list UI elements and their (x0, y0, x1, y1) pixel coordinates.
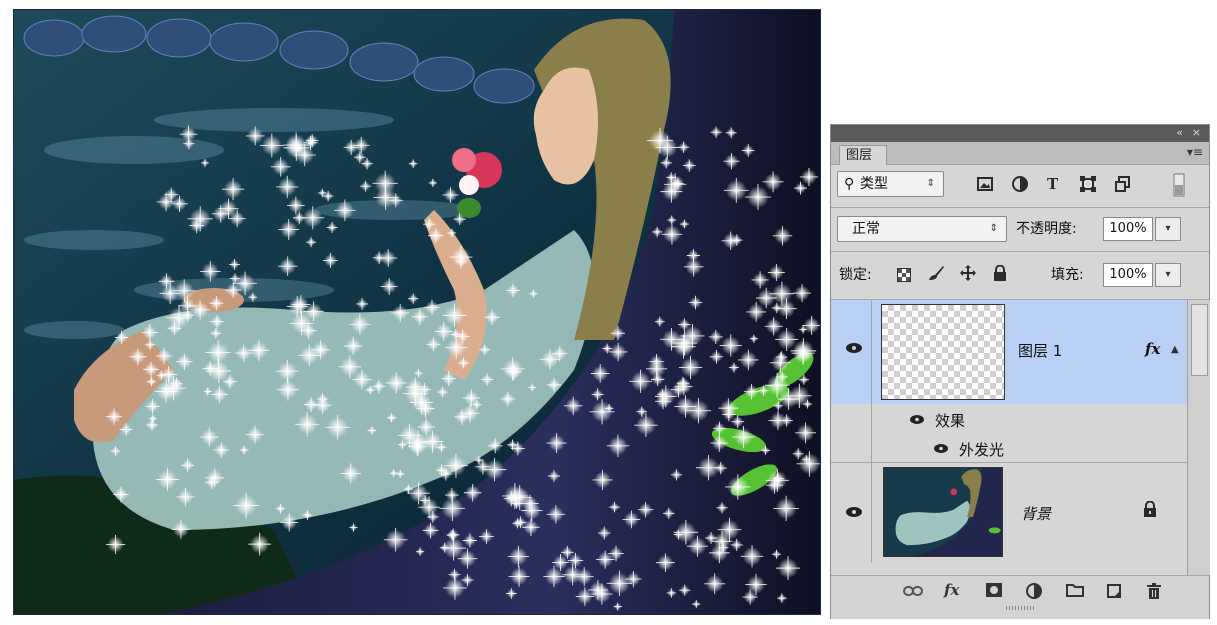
opacity-dropdown-button[interactable]: ▾ (1155, 217, 1181, 241)
layer-row-background[interactable]: 背景 (831, 463, 1187, 563)
delete-layer-icon[interactable] (1146, 583, 1162, 603)
eye-icon[interactable] (845, 342, 863, 358)
image-icon[interactable] (977, 176, 993, 196)
document-canvas[interactable] (13, 9, 821, 615)
collapse-icon[interactable]: « (1176, 126, 1183, 139)
blend-row: 正常 ⇕ 不透明度: 100% ▾ (831, 209, 1209, 247)
lock-transparent-icon[interactable] (897, 267, 911, 287)
lock-all-icon[interactable] (993, 264, 1007, 286)
artwork-image (14, 10, 820, 614)
close-icon[interactable]: × (1192, 126, 1201, 139)
new-layer-icon[interactable] (1106, 583, 1122, 603)
panel-tab-row: 图层 ▾≡ (831, 142, 1209, 165)
lock-label: 锁定: (839, 267, 872, 283)
layer-row-layer1[interactable]: 图层 1 fx ▲ (831, 300, 1187, 404)
fx-icon[interactable]: fx (1145, 340, 1160, 358)
smart-object-icon[interactable] (1115, 176, 1131, 197)
lock-brush-icon[interactable] (927, 265, 945, 286)
lock-row: 锁定: 填充: 100% ▾ (831, 253, 1209, 297)
effects-label: 效果 (935, 412, 966, 430)
tab-layers[interactable]: 图层 (839, 145, 887, 165)
new-adjustment-icon[interactable] (1026, 583, 1042, 603)
search-icon: ⚲ (844, 176, 855, 192)
opacity-input[interactable]: 100% (1103, 217, 1153, 241)
eye-icon[interactable] (933, 442, 949, 458)
updown-arrow-icon: ⇕ (926, 178, 935, 189)
resize-grip[interactable] (1006, 606, 1036, 610)
layer-name[interactable]: 背景 (1021, 503, 1051, 524)
effect-outer-glow-label: 外发光 (959, 441, 1005, 459)
blend-mode-value: 正常 (852, 221, 880, 237)
panel-titlebar: « × (831, 125, 1209, 142)
updown-arrow-icon: ⇕ (989, 223, 998, 234)
eye-icon[interactable] (845, 506, 863, 522)
add-layer-style-icon[interactable]: fx (944, 581, 959, 599)
scrollbar-thumb[interactable] (1191, 304, 1208, 376)
filter-kind-label: 类型 (860, 176, 888, 192)
fill-label: 填充: (1051, 267, 1084, 283)
layers-bottom-toolbar: fx (831, 575, 1209, 619)
lock-icon[interactable] (1143, 500, 1157, 522)
eye-icon[interactable] (909, 413, 925, 429)
filter-toggle[interactable] (1173, 173, 1185, 202)
filter-row: ⚲ 类型 ⇕ T (831, 165, 1209, 203)
layers-panel: « × 图层 ▾≡ ⚲ 类型 ⇕ T 正常 ⇕ 不透明度: 100% ▾ 锁定:… (830, 124, 1210, 619)
adjustment-icon[interactable] (1012, 176, 1028, 197)
effects-row[interactable]: 效果 (831, 404, 1187, 434)
layer-thumbnail (881, 304, 1005, 400)
blend-mode-dropdown[interactable]: 正常 ⇕ (837, 216, 1007, 242)
layer-thumbnail (883, 467, 1003, 557)
layers-scrollbar[interactable] (1187, 300, 1210, 575)
opacity-label: 不透明度: (1016, 221, 1077, 237)
fill-input[interactable]: 100% (1103, 263, 1153, 287)
type-icon[interactable]: T (1047, 174, 1058, 194)
fill-dropdown-button[interactable]: ▾ (1155, 263, 1181, 287)
effect-item-row[interactable]: 外发光 (831, 434, 1187, 462)
panel-menu-icon[interactable]: ▾≡ (1187, 145, 1203, 159)
new-group-icon[interactable] (1066, 583, 1084, 601)
lock-move-icon[interactable] (960, 265, 976, 286)
add-mask-icon[interactable] (986, 583, 1002, 601)
expand-triangle-icon[interactable]: ▲ (1171, 344, 1179, 355)
filter-kind-dropdown[interactable]: ⚲ 类型 ⇕ (837, 171, 944, 197)
link-layers-icon[interactable] (903, 583, 923, 601)
shape-icon[interactable] (1080, 176, 1096, 197)
layer-name[interactable]: 图层 1 (1018, 340, 1062, 361)
